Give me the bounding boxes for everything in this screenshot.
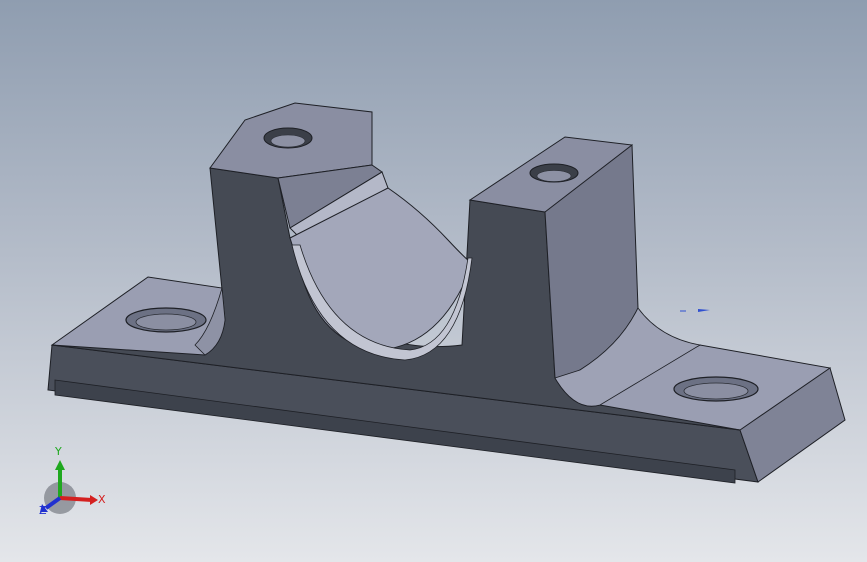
orientation-triad[interactable]: Y X Z <box>30 440 120 530</box>
triad-x-label: X <box>98 493 106 506</box>
pointer-marker <box>680 309 710 312</box>
left-mounting-hole-inner <box>135 313 197 331</box>
right-top-bolt-hole-inner <box>536 170 572 182</box>
triad-x-axis <box>59 496 93 502</box>
3d-model-view[interactable] <box>0 0 867 562</box>
triad-z-label: Z <box>39 504 47 517</box>
graphics-viewport[interactable]: Y X Z <box>0 0 867 562</box>
triad-y-arrow <box>55 460 65 470</box>
right-mounting-hole-inner <box>683 382 749 400</box>
triad-y-label: Y <box>54 445 62 458</box>
triad-x-arrow <box>90 495 98 505</box>
left-top-bolt-hole-inner <box>270 134 306 148</box>
